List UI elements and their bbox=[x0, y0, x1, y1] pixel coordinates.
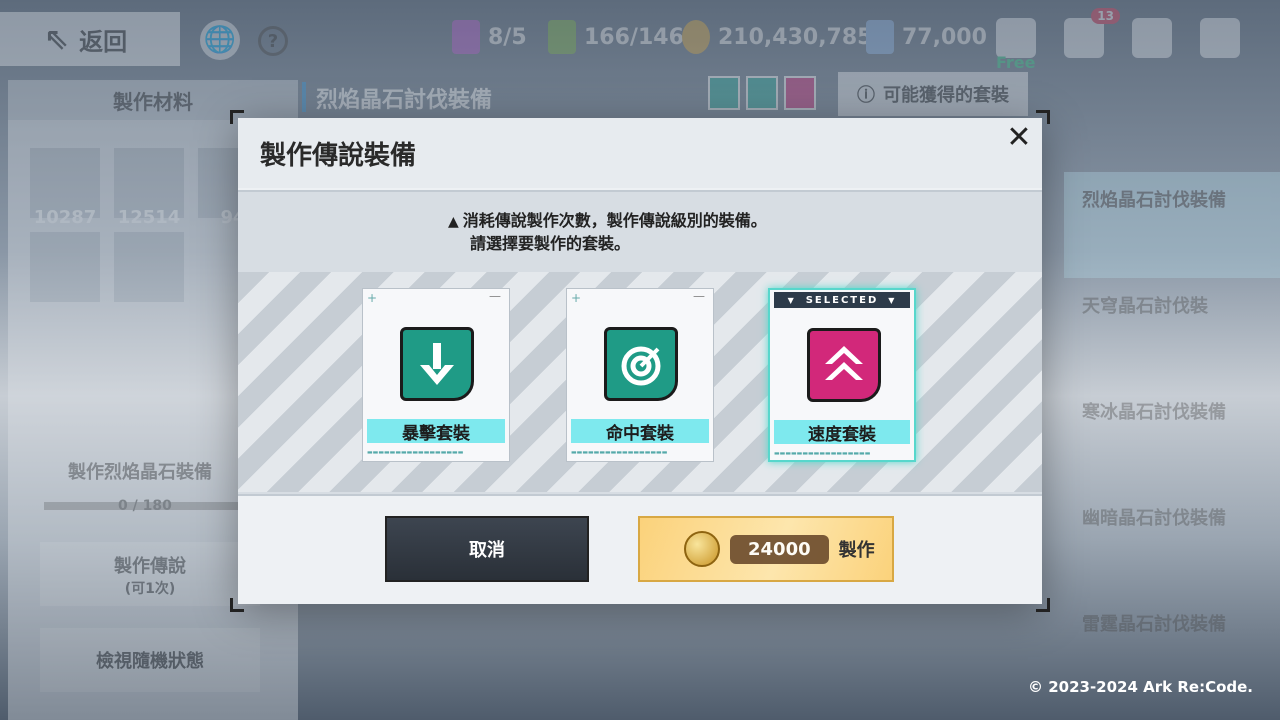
resource-value: 210,430,785 bbox=[718, 24, 873, 50]
card-footer-line: ▬▬▬▬▬▬▬▬▬▬▬▬▬▬▬▬▬ bbox=[367, 449, 464, 456]
back-button[interactable]: ⇖ 返回 bbox=[0, 12, 180, 66]
list-item[interactable]: 烈焰晶石討伐裝備 bbox=[1064, 172, 1280, 278]
chevron-up-icon bbox=[807, 328, 881, 402]
set-label: 命中套裝 bbox=[571, 419, 709, 444]
corner-bracket bbox=[230, 110, 244, 124]
dash-icon: — bbox=[693, 289, 705, 303]
selected-banner: ▼ SELECTED ▼ bbox=[774, 292, 910, 308]
ticket-icon bbox=[452, 20, 480, 54]
equipment-title: 烈焰晶石討伐裝備 bbox=[302, 82, 492, 113]
plus-icon: + bbox=[367, 291, 378, 305]
resource-crystal: 77,000 bbox=[866, 20, 987, 54]
card-footer-line: ▬▬▬▬▬▬▬▬▬▬▬▬▬▬▬▬▬ bbox=[571, 449, 668, 456]
triangle-down-icon: ▼ bbox=[787, 295, 796, 305]
plus-icon: + bbox=[571, 291, 582, 305]
target-icon bbox=[604, 327, 678, 401]
set-card-speed[interactable]: ▼ SELECTED ▼ 速度套裝 ▬▬▬▬▬▬▬▬▬▬▬▬▬▬▬▬▬ bbox=[768, 288, 916, 462]
modal-title: 製作傳說裝備 bbox=[238, 118, 1042, 188]
set-card-hit[interactable]: + — 命中套裝 ▬▬▬▬▬▬▬▬▬▬▬▬▬▬▬▬▬ bbox=[566, 288, 714, 462]
craft-button[interactable]: 24000 製作 bbox=[638, 516, 894, 582]
back-arrow-icon: ⇖ bbox=[44, 21, 70, 57]
free-label: Free bbox=[996, 53, 1036, 72]
set-label: 暴擊套裝 bbox=[367, 419, 505, 444]
craft-progress-text: 0 / 180 bbox=[118, 498, 172, 514]
crystal-icon bbox=[866, 20, 894, 54]
set-label: 速度套裝 bbox=[774, 420, 910, 445]
triangle-down-icon: ▼ bbox=[888, 295, 897, 305]
possible-sets-label: 可能獲得的套裝 bbox=[883, 85, 1009, 106]
mail-icon[interactable]: 13 bbox=[1064, 8, 1120, 58]
material-slot[interactable]: 12514 bbox=[114, 148, 184, 228]
crit-arrow-icon bbox=[400, 327, 474, 401]
notice-text: ▲ 消耗傳說製作次數，製作傳說級別的裝備。 請選擇要製作的套裝。 bbox=[448, 210, 767, 255]
set-card-crit[interactable]: + — 暴擊套裝 ▬▬▬▬▬▬▬▬▬▬▬▬▬▬▬▬▬ bbox=[362, 288, 510, 462]
resource-stamina: 166/146 bbox=[548, 20, 684, 54]
top-bar: ⇖ 返回 🌐 ? 8/5 166/146 210,430,785 77,000 … bbox=[0, 0, 1280, 78]
craft-legend-modal: 製作傳說裝備 ✕ ▲ 消耗傳說製作次數，製作傳說級別的裝備。 請選擇要製作的套裝。… bbox=[230, 110, 1050, 612]
help-icon[interactable]: ? bbox=[258, 26, 288, 56]
tab-speed-set[interactable] bbox=[784, 76, 816, 110]
shop-icon[interactable]: Free bbox=[996, 18, 1036, 72]
copyright-text: © 2023-2024 Ark Re:Code. bbox=[1027, 678, 1253, 696]
materials-title: 製作材料 bbox=[8, 80, 298, 120]
resource-value: 77,000 bbox=[902, 24, 987, 50]
card-footer-line: ▬▬▬▬▬▬▬▬▬▬▬▬▬▬▬▬▬ bbox=[774, 450, 871, 457]
notice-line2: 請選擇要製作的套裝。 bbox=[470, 234, 631, 253]
coin-icon bbox=[682, 20, 710, 54]
equipment-list: 烈焰晶石討伐裝備 天穹晶石討伐裝 寒冰晶石討伐裝備 幽暗晶石討伐裝備 雷霆晶石討… bbox=[1064, 172, 1280, 702]
coin-icon bbox=[684, 531, 720, 567]
set-tabs bbox=[708, 76, 816, 110]
list-item[interactable]: 幽暗晶石討伐裝備 bbox=[1064, 490, 1280, 596]
cost-value: 24000 bbox=[730, 534, 829, 564]
mail-badge: 13 bbox=[1091, 8, 1120, 24]
resource-value: 166/146 bbox=[584, 24, 684, 50]
close-icon[interactable]: ✕ bbox=[1004, 120, 1034, 155]
back-label: 返回 bbox=[79, 27, 128, 56]
resource-value: 8/5 bbox=[488, 24, 527, 50]
list-item[interactable]: 寒冰晶石討伐裝備 bbox=[1064, 384, 1280, 490]
view-random-stats-button[interactable]: 檢視隨機狀態 bbox=[40, 628, 260, 692]
settings-icon[interactable] bbox=[1200, 18, 1240, 58]
dash-icon: — bbox=[489, 289, 501, 303]
possible-sets-button[interactable]: ⓘ 可能獲得的套裝 bbox=[838, 72, 1028, 116]
corner-bracket bbox=[1036, 110, 1050, 124]
craft-legend-label: 製作傳說 bbox=[114, 556, 186, 577]
craft-section-title: 製作烈焰晶石裝備 bbox=[68, 462, 212, 483]
list-item[interactable]: 天穹晶石討伐裝 bbox=[1064, 278, 1280, 384]
stamina-icon bbox=[548, 20, 576, 54]
cancel-button[interactable]: 取消 bbox=[385, 516, 589, 582]
top-icons: Free 13 bbox=[996, 8, 1240, 72]
globe-icon[interactable]: 🌐 bbox=[200, 20, 240, 60]
resource-ticket: 8/5 bbox=[452, 20, 527, 54]
craft-legend-button[interactable]: 製作傳說 (可1次) bbox=[40, 542, 260, 606]
chat-icon[interactable] bbox=[1132, 18, 1172, 58]
corner-bracket bbox=[230, 598, 244, 612]
material-count: 12514 bbox=[117, 207, 181, 228]
selected-label: SELECTED bbox=[805, 294, 879, 306]
warning-icon: ▲ bbox=[448, 214, 459, 230]
material-count: 10287 bbox=[33, 207, 97, 228]
material-slot[interactable] bbox=[30, 232, 100, 302]
material-slot[interactable]: 10287 bbox=[30, 148, 100, 228]
info-icon: ⓘ bbox=[857, 85, 875, 106]
craft-label: 製作 bbox=[838, 540, 875, 561]
material-slot[interactable] bbox=[114, 232, 184, 302]
craft-legend-sub: (可1次) bbox=[124, 581, 176, 597]
resource-gold: 210,430,785 bbox=[682, 20, 872, 54]
notice-line1: 消耗傳說製作次數，製作傳說級別的裝備。 bbox=[462, 211, 767, 230]
tab-crit-set[interactable] bbox=[708, 76, 740, 110]
tab-hit-set[interactable] bbox=[746, 76, 778, 110]
corner-bracket bbox=[1036, 598, 1050, 612]
